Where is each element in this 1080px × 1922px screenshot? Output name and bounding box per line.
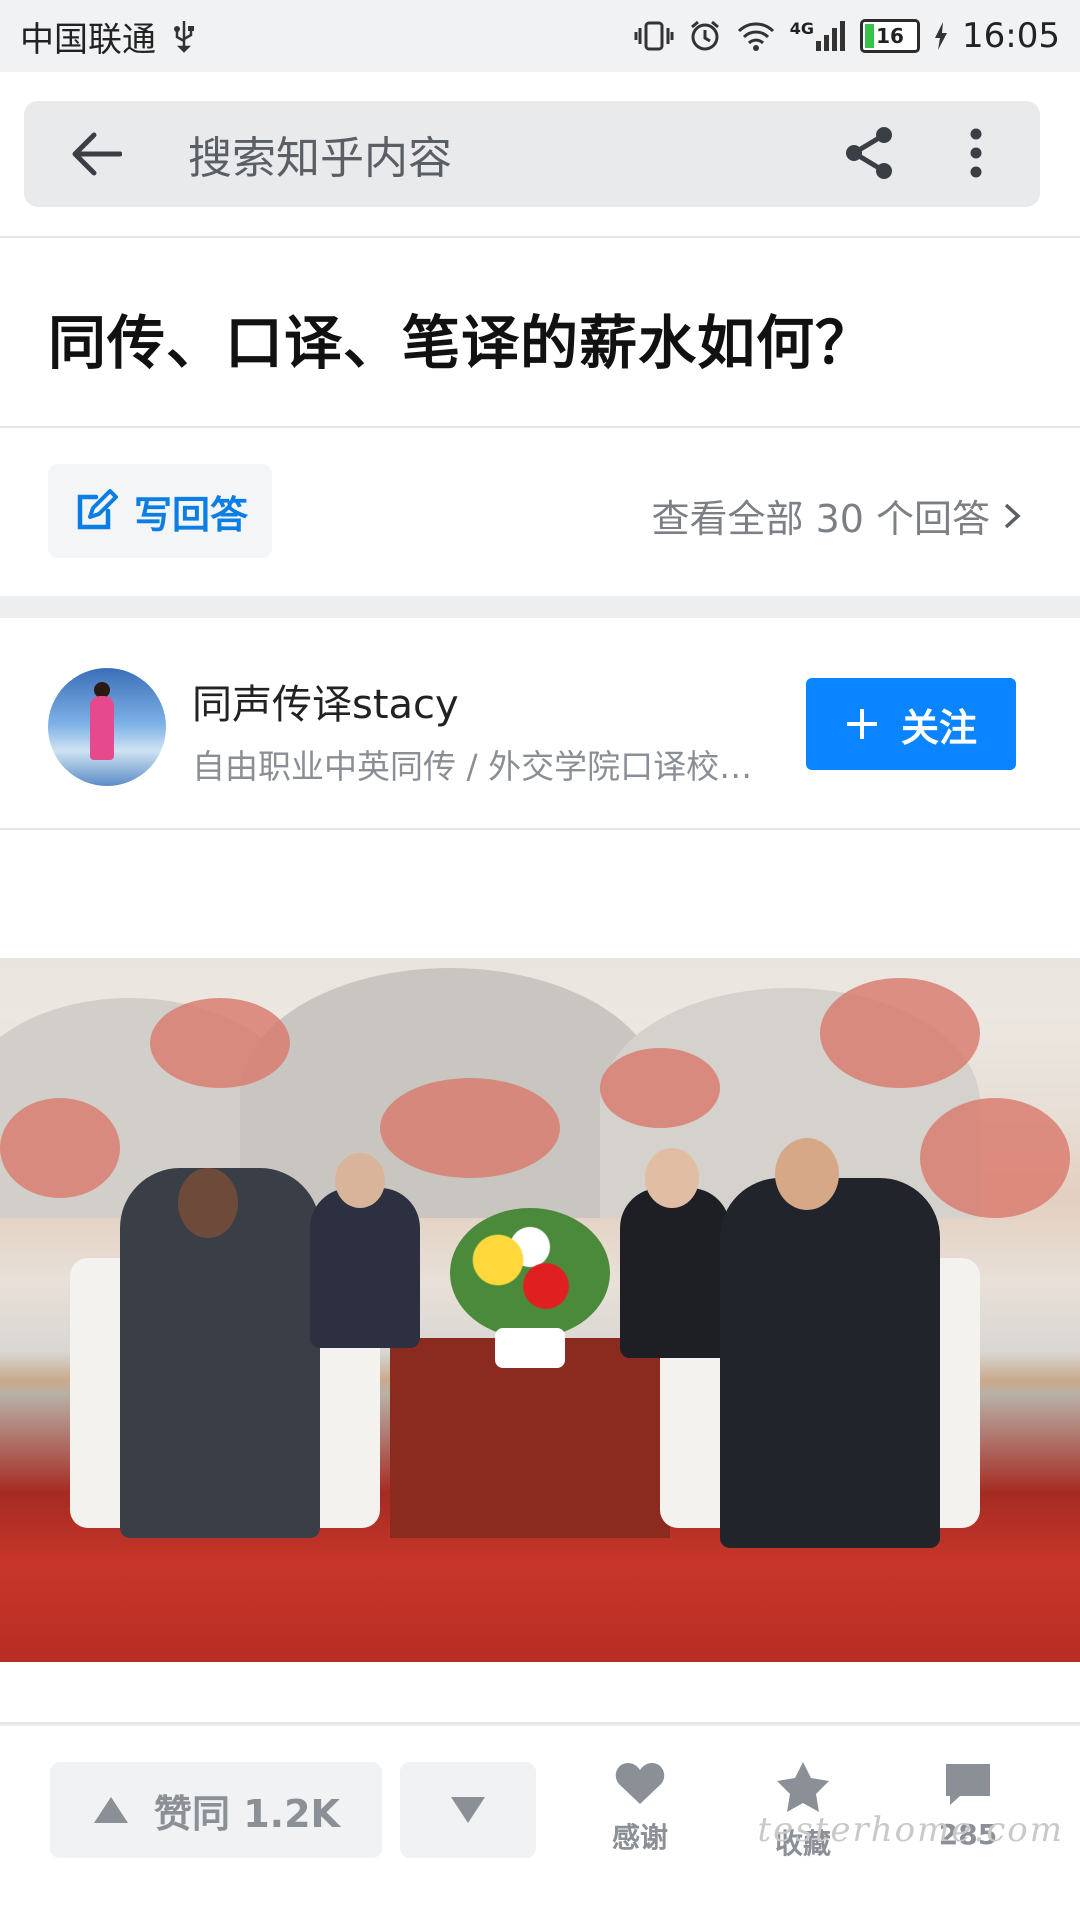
- downvote-button[interactable]: [400, 1762, 536, 1858]
- back-arrow-icon[interactable]: [66, 124, 126, 184]
- view-all-answers-link[interactable]: 查看全部 30 个回答: [651, 488, 1024, 543]
- edit-icon: [77, 489, 118, 530]
- wifi-icon: [736, 19, 776, 53]
- network-type: 4G: [789, 18, 815, 38]
- carrier-name: 中国联通: [20, 19, 156, 60]
- star-icon: [777, 1762, 829, 1812]
- battery-icon: 16: [860, 19, 921, 53]
- author-bio: 自由职业中英同传 / 外交学院口译校…: [192, 747, 753, 786]
- plus-icon: [846, 709, 877, 739]
- write-answer-button[interactable]: 写回答: [48, 464, 272, 558]
- author-divider: [0, 828, 1080, 830]
- avatar[interactable]: [48, 668, 166, 786]
- thanks-button[interactable]: 感谢: [580, 1760, 700, 1856]
- follow-label: 关注: [900, 705, 977, 750]
- signal-icon: 4G: [790, 19, 846, 53]
- author-name[interactable]: 同声传译stacy: [192, 672, 459, 730]
- comment-icon: [946, 1764, 990, 1805]
- upvote-button[interactable]: 赞同 1.2K: [50, 1762, 382, 1858]
- charging-icon: [934, 21, 948, 51]
- answer-image[interactable]: [0, 958, 1080, 1662]
- search-bar: 搜索知乎内容: [24, 101, 1040, 207]
- view-all-label: 查看全部 30 个回答: [651, 497, 990, 541]
- search-input[interactable]: 搜索知乎内容: [188, 122, 452, 186]
- header-divider: [0, 236, 1080, 238]
- heart-icon: [615, 1763, 665, 1804]
- follow-button[interactable]: 关注: [806, 678, 1016, 770]
- status-bar: 中国联通 4G 16 16:05: [0, 0, 1080, 72]
- chevron-right-icon: [1004, 503, 1021, 528]
- battery-level: 16: [876, 24, 904, 48]
- triangle-up-icon: [94, 1797, 128, 1823]
- title-divider: [0, 426, 1080, 428]
- usb-icon: [172, 19, 196, 53]
- more-vertical-icon[interactable]: [946, 123, 1006, 183]
- alarm-icon: [688, 19, 722, 53]
- share-icon[interactable]: [840, 123, 900, 183]
- section-separator: [0, 596, 1080, 618]
- triangle-down-icon: [451, 1797, 485, 1823]
- thanks-label: 感谢: [611, 1821, 668, 1854]
- watermark: testerhome.com: [757, 1810, 1064, 1850]
- clock: 16:05: [962, 16, 1060, 56]
- write-answer-label: 写回答: [134, 492, 249, 537]
- vibrate-icon: [634, 19, 674, 53]
- question-title[interactable]: 同传、口译、笔译的薪水如何？: [48, 296, 874, 380]
- upvote-label: 赞同 1.2K: [154, 1791, 340, 1836]
